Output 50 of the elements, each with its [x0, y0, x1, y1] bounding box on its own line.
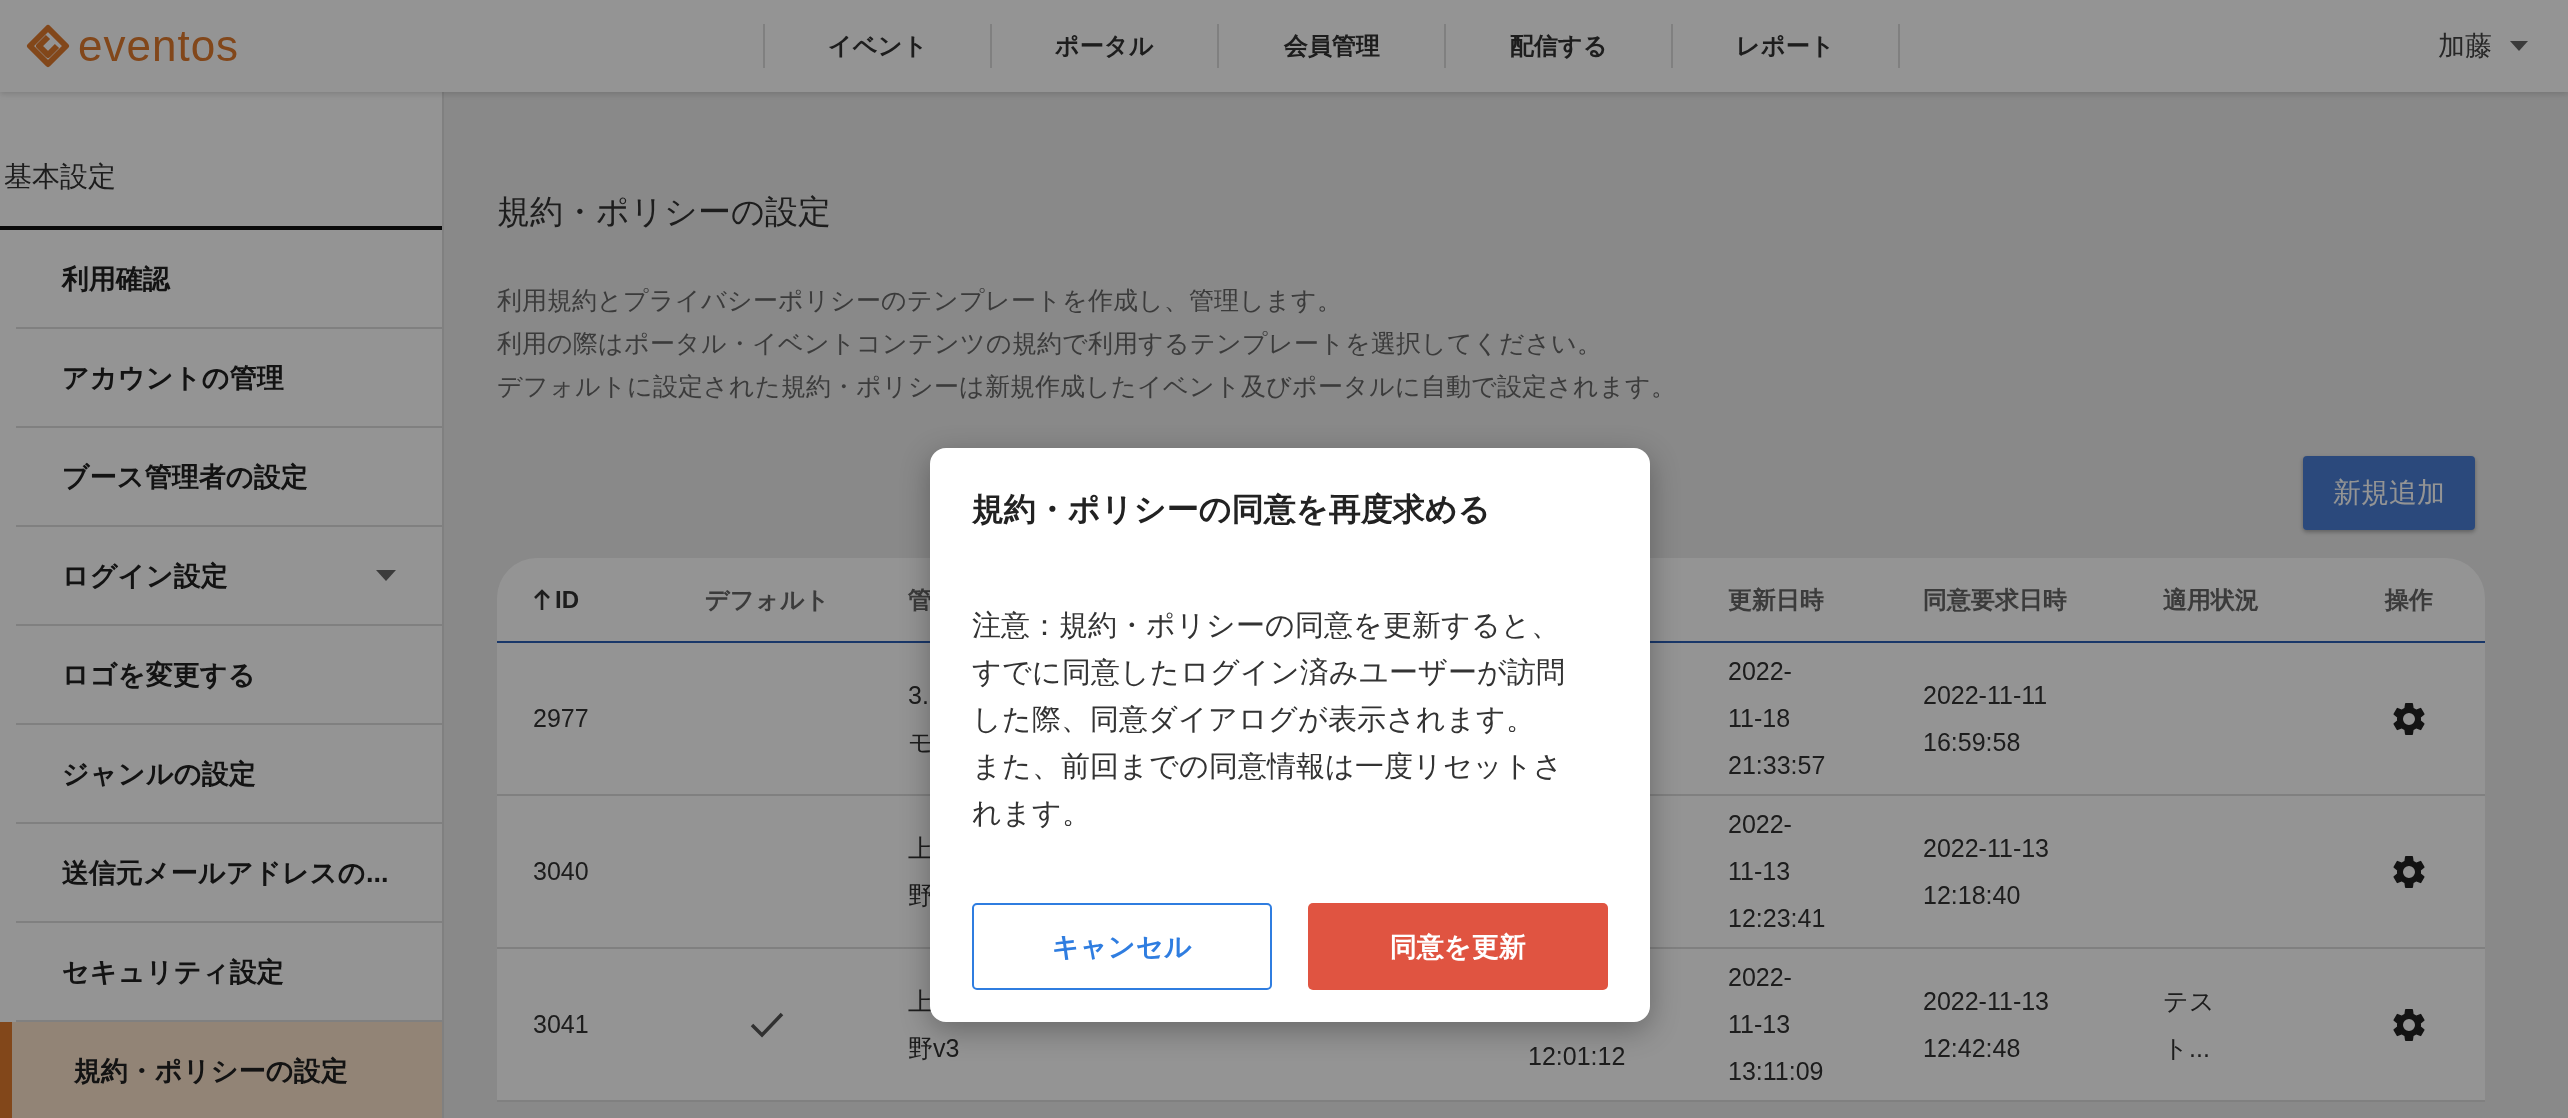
- sidebar-item-label: アカウントの管理: [62, 361, 284, 395]
- description-text: 利用規約とプライバシーポリシーのテンプレートを作成し、管理します。: [497, 285, 1343, 316]
- table-cell-text: 2022-11-13 12:42:48: [1923, 985, 2050, 1064]
- table-cell-text: 3040: [532, 856, 590, 887]
- table-cell-text: 2022-11-13 12:18:40: [1923, 832, 2050, 911]
- nav-link[interactable]: 会員管理: [1219, 24, 1446, 68]
- nav-link[interactable]: 配信する: [1446, 24, 1673, 68]
- nav-link[interactable]: ポータル: [992, 24, 1219, 68]
- table-cell-text: 2022- 11-13 12:23:41: [1728, 809, 1826, 934]
- dialog-text: また、前回までの同意情報は一度リセットされます。: [972, 749, 1564, 831]
- table-cell-text: テス ト...: [2163, 985, 2215, 1064]
- nav-link[interactable]: イベント: [765, 24, 992, 68]
- table-cell-text: 2022- 11-13 13:11:09: [1728, 962, 1824, 1087]
- confirm-button[interactable]: 同意を更新: [1308, 903, 1608, 990]
- column-header[interactable]: デフォルト: [704, 583, 830, 616]
- column-header[interactable]: 同意要求日時: [1923, 583, 2067, 616]
- column-header[interactable]: 操作: [2384, 583, 2433, 616]
- sidebar-item-label: ロゴを変更する: [62, 658, 256, 692]
- column-header[interactable]: ID: [555, 585, 579, 614]
- sidebar-item-label: ログイン設定: [62, 559, 228, 593]
- table-cell-text: 3041: [532, 1009, 590, 1040]
- nav-link[interactable]: レポート: [1673, 24, 1900, 68]
- cancel-button[interactable]: キャンセル: [972, 903, 1272, 990]
- sidebar-item-label: ジャンルの設定: [62, 757, 256, 791]
- sidebar-item-label: 送信元メールアドレスの...: [62, 856, 389, 890]
- sidebar-item[interactable]: 規約・ポリシーの設定: [0, 1022, 442, 1118]
- sidebar-item-label: 規約・ポリシーの設定: [74, 1054, 348, 1088]
- column-header[interactable]: 管: [908, 583, 932, 616]
- table-cell-text: 2977: [532, 703, 590, 734]
- page-title: 規約・ポリシーの設定: [497, 192, 832, 232]
- sidebar-item-label: ブース管理者の設定: [62, 460, 308, 494]
- table-cell-text: 上 野: [908, 832, 933, 911]
- sidebar-item-label: 利用確認: [62, 262, 170, 296]
- table-cell-text: 3. モ: [908, 679, 934, 758]
- column-header[interactable]: 更新日時: [1728, 583, 1824, 616]
- user-menu[interactable]: 加藤: [2438, 28, 2528, 64]
- logo-icon: [26, 24, 70, 68]
- add-button[interactable]: 新規追加: [2303, 456, 2475, 530]
- sort-arrow-icon[interactable]: [533, 588, 551, 611]
- description-text: 利用の際はポータル・イベントコンテンツの規約で利用するテンプレートを選択してください。: [497, 328, 1603, 359]
- logo-text: eventos: [78, 21, 240, 71]
- table-cell-text: 2022- 11-18 21:33:57: [1728, 656, 1826, 781]
- dialog-text: 注意：規約・ポリシーの同意を更新すると、すでに同意したログイン済みユーザーが訪問した際、同意ダイアログが表示されます。: [972, 608, 1566, 737]
- table-cell-text: 12:01:12: [1528, 1041, 1626, 1072]
- sidebar-item-label: セキュリティ設定: [62, 955, 284, 989]
- caret-icon: [2510, 41, 2528, 51]
- column-header[interactable]: 適用状況: [2163, 583, 2259, 616]
- dialog-title: 規約・ポリシーの同意を再度求める: [972, 490, 1492, 529]
- table-cell-text: 2022-11-11 16:59:58: [1923, 679, 2048, 758]
- description-text: デフォルトに設定された規約・ポリシーは新規作成したイベント及びポータルに自動で設定されます。: [497, 371, 1677, 402]
